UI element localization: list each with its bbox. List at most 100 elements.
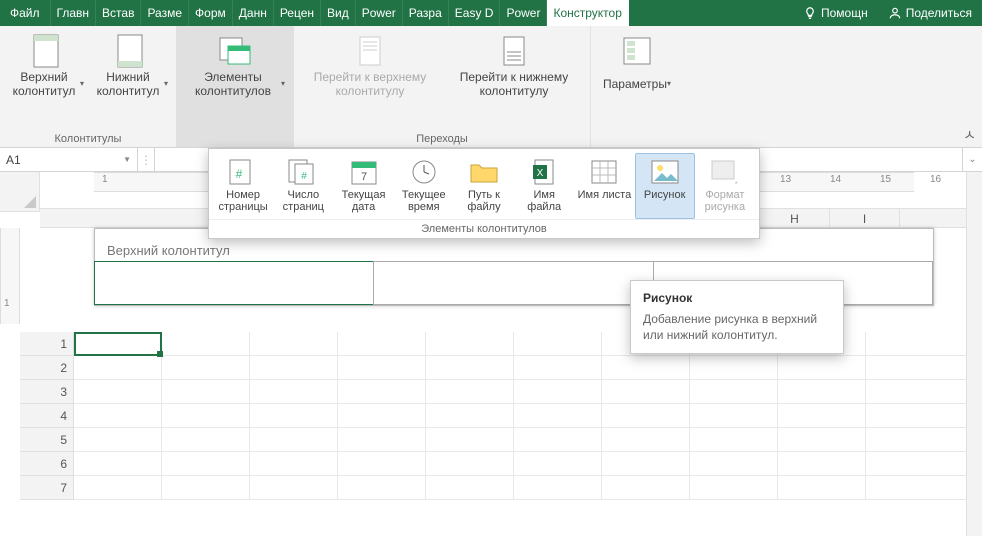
vertical-scrollbar[interactable] (966, 172, 982, 536)
page-count-icon: # (286, 157, 320, 187)
header-button-label: Верхний колонтитул (8, 70, 80, 98)
col-header[interactable]: I (830, 209, 900, 229)
active-cell[interactable] (74, 332, 162, 356)
tooltip-title: Рисунок (643, 291, 831, 305)
col-header[interactable]: H (760, 209, 830, 229)
tab-layout[interactable]: Разме (141, 0, 189, 26)
gallery-label: Формат рисунка (697, 189, 753, 213)
person-icon (888, 6, 902, 20)
clock-icon (407, 157, 441, 187)
cell-grid[interactable] (74, 332, 966, 500)
header-page-icon (29, 34, 63, 68)
share-label: Поделиться (906, 6, 972, 20)
name-box[interactable]: A1 ▼ (0, 148, 138, 171)
ruler-tick: 13 (780, 174, 791, 185)
elements-dropdown-label: Элементы колонтитулов (185, 70, 281, 98)
ruler-tick: 14 (830, 174, 841, 185)
gallery-current-time[interactable]: Текущее время (394, 153, 454, 219)
picture-icon (648, 157, 682, 187)
gallery-caption: Элементы колонтитулов (209, 219, 759, 238)
tab-developer[interactable]: Разра (403, 0, 449, 26)
collapse-ribbon-button[interactable]: ㅅ (963, 125, 976, 145)
folder-icon (467, 157, 501, 187)
ribbon-group-elements-caption (233, 131, 236, 145)
footer-button[interactable]: Нижний колонтитул ▾ (90, 30, 170, 102)
chevron-down-icon: ▼ (123, 155, 131, 164)
tab-home[interactable]: Главн (51, 0, 97, 26)
ribbon-group-headers: Верхний колонтитул ▾ Нижний колонтитул ▾… (0, 26, 177, 147)
goto-footer-button[interactable]: Перейти к нижнему колонтитулу (444, 30, 584, 102)
gallery-page-count[interactable]: # Число страниц (273, 153, 333, 219)
row-header[interactable]: 4 (20, 404, 73, 428)
ruler-tick: 1 (4, 298, 10, 309)
gallery-label: Текущая дата (335, 189, 391, 213)
ribbon-group-elements: Элементы колонтитулов ▾ (177, 26, 294, 147)
gallery-file-path[interactable]: Путь к файлу (454, 153, 514, 219)
row-header[interactable]: 1 (20, 332, 73, 356)
tab-data[interactable]: Данн (233, 0, 274, 26)
fill-handle[interactable] (157, 351, 163, 357)
footer-button-label: Нижний колонтитул (92, 70, 164, 98)
tell-me-button[interactable]: Помощн (793, 0, 878, 26)
ribbon: Верхний колонтитул ▾ Нижний колонтитул ▾… (0, 26, 982, 148)
ribbon-group-headers-caption: Колонтитулы (55, 131, 122, 145)
goto-header-label: Перейти к верхнему колонтитулу (302, 70, 438, 98)
ribbon-group-options-caption (635, 131, 638, 145)
goto-header-icon (353, 34, 387, 68)
tab-power1[interactable]: Power (356, 0, 403, 26)
triangle-icon (24, 196, 36, 208)
ruler-tick: 15 (880, 174, 891, 185)
gallery-label: Имя листа (578, 189, 632, 201)
gallery-format-picture: Формат рисунка (695, 153, 755, 219)
gallery-picture[interactable]: Рисунок (635, 153, 695, 219)
ribbon-group-navigation: Перейти к верхнему колонтитулу Перейти к… (294, 26, 591, 147)
tab-easyd[interactable]: Easy D (449, 0, 501, 26)
header-field-left[interactable] (94, 261, 374, 305)
tab-file[interactable]: Файл (0, 0, 51, 26)
row-header[interactable]: 7 (20, 476, 73, 500)
formula-bar-expand[interactable]: ⌄ (962, 148, 982, 171)
options-button[interactable]: Параметры▾ (597, 30, 677, 102)
grip-icon: ⋮ (138, 148, 154, 171)
svg-text:7: 7 (360, 171, 366, 183)
svg-text:#: # (302, 171, 308, 182)
vertical-ruler: 1 (0, 228, 20, 536)
tab-design[interactable]: Конструктор (547, 0, 628, 26)
tab-view[interactable]: Вид (321, 0, 356, 26)
gallery-file-name[interactable]: X Имя файла (514, 153, 574, 219)
tooltip: Рисунок Добавление рисунка в верхний или… (630, 280, 844, 354)
tab-review[interactable]: Рецен (274, 0, 321, 26)
row-header[interactable]: 6 (20, 452, 73, 476)
calendar-icon: 7 (347, 157, 381, 187)
svg-text:X: X (537, 168, 544, 179)
goto-footer-icon (497, 34, 531, 68)
svg-text:#: # (236, 167, 243, 181)
options-button-label: Параметры (603, 77, 667, 91)
tooltip-body: Добавление рисунка в верхний или нижний … (643, 311, 831, 343)
row-header[interactable]: 5 (20, 428, 73, 452)
gallery-label: Номер страницы (215, 189, 271, 213)
ribbon-tabbar: Файл Главн Встав Разме Форм Данн Рецен В… (0, 0, 982, 26)
ruler-tick: 1 (102, 174, 108, 185)
gallery-label: Путь к файлу (456, 189, 512, 213)
goto-footer-label: Перейти к нижнему колонтитулу (446, 70, 582, 98)
row-header[interactable]: 3 (20, 380, 73, 404)
gallery-sheet-name[interactable]: Имя листа (574, 153, 634, 219)
header-field-center[interactable] (373, 261, 653, 305)
tab-power2[interactable]: Power (500, 0, 547, 26)
header-button[interactable]: Верхний колонтитул ▾ (6, 30, 86, 102)
options-icon (620, 34, 654, 68)
tab-insert[interactable]: Встав (96, 0, 141, 26)
row-header[interactable]: 2 (20, 356, 73, 380)
row-headers[interactable]: 1 2 3 4 5 6 7 (20, 332, 74, 500)
gallery-page-number[interactable]: # Номер страницы (213, 153, 273, 219)
elements-icon (218, 34, 252, 68)
select-all-corner[interactable] (0, 172, 40, 212)
page-number-icon: # (226, 157, 260, 187)
sheet-icon (587, 157, 621, 187)
ribbon-group-navigation-caption: Переходы (416, 131, 468, 145)
gallery-current-date[interactable]: 7 Текущая дата (333, 153, 393, 219)
share-button[interactable]: Поделиться (878, 0, 982, 26)
tab-formulas[interactable]: Форм (189, 0, 233, 26)
elements-dropdown[interactable]: Элементы колонтитулов ▾ (183, 30, 287, 102)
